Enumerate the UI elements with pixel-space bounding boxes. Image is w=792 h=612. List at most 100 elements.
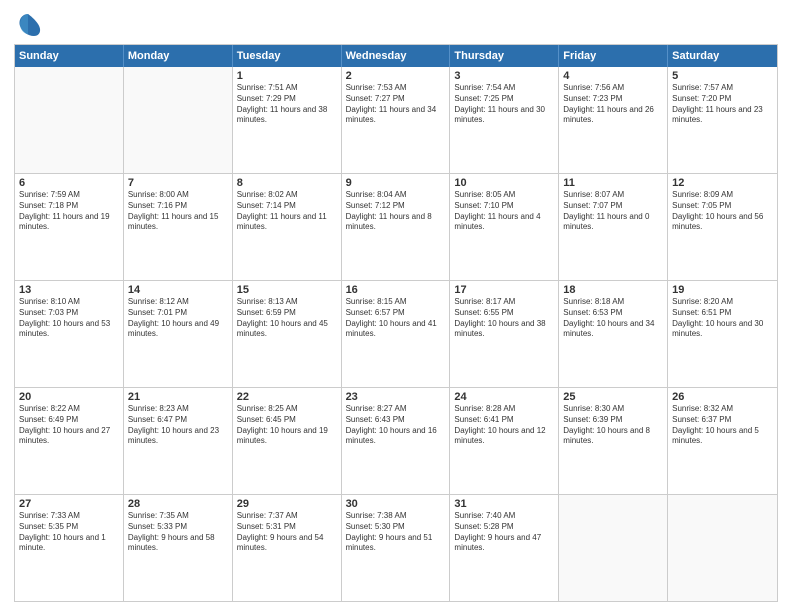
calendar-week-row: 27Sunrise: 7:33 AM Sunset: 5:35 PM Dayli… — [15, 495, 777, 601]
day-info: Sunrise: 8:17 AM Sunset: 6:55 PM Dayligh… — [454, 297, 554, 340]
calendar: SundayMondayTuesdayWednesdayThursdayFrid… — [14, 44, 778, 602]
day-number: 30 — [346, 498, 446, 510]
calendar-cell: 22Sunrise: 8:25 AM Sunset: 6:45 PM Dayli… — [233, 388, 342, 494]
day-info: Sunrise: 8:25 AM Sunset: 6:45 PM Dayligh… — [237, 404, 337, 447]
day-info: Sunrise: 8:28 AM Sunset: 6:41 PM Dayligh… — [454, 404, 554, 447]
day-info: Sunrise: 8:22 AM Sunset: 6:49 PM Dayligh… — [19, 404, 119, 447]
day-number: 21 — [128, 391, 228, 403]
day-info: Sunrise: 7:54 AM Sunset: 7:25 PM Dayligh… — [454, 83, 554, 126]
day-number: 25 — [563, 391, 663, 403]
day-number: 15 — [237, 284, 337, 296]
day-number: 19 — [672, 284, 773, 296]
page: SundayMondayTuesdayWednesdayThursdayFrid… — [0, 0, 792, 612]
calendar-cell: 17Sunrise: 8:17 AM Sunset: 6:55 PM Dayli… — [450, 281, 559, 387]
day-info: Sunrise: 8:12 AM Sunset: 7:01 PM Dayligh… — [128, 297, 228, 340]
day-info: Sunrise: 8:20 AM Sunset: 6:51 PM Dayligh… — [672, 297, 773, 340]
calendar-cell: 20Sunrise: 8:22 AM Sunset: 6:49 PM Dayli… — [15, 388, 124, 494]
day-info: Sunrise: 7:40 AM Sunset: 5:28 PM Dayligh… — [454, 511, 554, 554]
calendar-cell: 26Sunrise: 8:32 AM Sunset: 6:37 PM Dayli… — [668, 388, 777, 494]
day-info: Sunrise: 7:37 AM Sunset: 5:31 PM Dayligh… — [237, 511, 337, 554]
calendar-cell: 4Sunrise: 7:56 AM Sunset: 7:23 PM Daylig… — [559, 67, 668, 173]
calendar-cell — [559, 495, 668, 601]
day-number: 14 — [128, 284, 228, 296]
calendar-body: 1Sunrise: 7:51 AM Sunset: 7:29 PM Daylig… — [15, 67, 777, 601]
day-info: Sunrise: 8:18 AM Sunset: 6:53 PM Dayligh… — [563, 297, 663, 340]
calendar-header-cell: Monday — [124, 45, 233, 67]
day-number: 7 — [128, 177, 228, 189]
day-number: 11 — [563, 177, 663, 189]
header — [14, 10, 778, 38]
day-info: Sunrise: 7:51 AM Sunset: 7:29 PM Dayligh… — [237, 83, 337, 126]
calendar-cell: 25Sunrise: 8:30 AM Sunset: 6:39 PM Dayli… — [559, 388, 668, 494]
calendar-header-cell: Wednesday — [342, 45, 451, 67]
day-number: 8 — [237, 177, 337, 189]
day-info: Sunrise: 7:57 AM Sunset: 7:20 PM Dayligh… — [672, 83, 773, 126]
day-info: Sunrise: 8:15 AM Sunset: 6:57 PM Dayligh… — [346, 297, 446, 340]
day-number: 5 — [672, 70, 773, 82]
calendar-cell: 23Sunrise: 8:27 AM Sunset: 6:43 PM Dayli… — [342, 388, 451, 494]
day-number: 29 — [237, 498, 337, 510]
logo — [14, 10, 46, 38]
day-number: 9 — [346, 177, 446, 189]
day-number: 13 — [19, 284, 119, 296]
day-number: 16 — [346, 284, 446, 296]
logo-icon — [14, 10, 42, 38]
calendar-week-row: 20Sunrise: 8:22 AM Sunset: 6:49 PM Dayli… — [15, 388, 777, 495]
calendar-cell: 9Sunrise: 8:04 AM Sunset: 7:12 PM Daylig… — [342, 174, 451, 280]
calendar-cell: 7Sunrise: 8:00 AM Sunset: 7:16 PM Daylig… — [124, 174, 233, 280]
calendar-cell: 24Sunrise: 8:28 AM Sunset: 6:41 PM Dayli… — [450, 388, 559, 494]
day-info: Sunrise: 7:56 AM Sunset: 7:23 PM Dayligh… — [563, 83, 663, 126]
calendar-week-row: 13Sunrise: 8:10 AM Sunset: 7:03 PM Dayli… — [15, 281, 777, 388]
calendar-cell: 11Sunrise: 8:07 AM Sunset: 7:07 PM Dayli… — [559, 174, 668, 280]
day-info: Sunrise: 7:53 AM Sunset: 7:27 PM Dayligh… — [346, 83, 446, 126]
day-info: Sunrise: 8:04 AM Sunset: 7:12 PM Dayligh… — [346, 190, 446, 233]
calendar-cell: 29Sunrise: 7:37 AM Sunset: 5:31 PM Dayli… — [233, 495, 342, 601]
day-info: Sunrise: 8:32 AM Sunset: 6:37 PM Dayligh… — [672, 404, 773, 447]
calendar-cell — [15, 67, 124, 173]
day-number: 28 — [128, 498, 228, 510]
day-info: Sunrise: 8:09 AM Sunset: 7:05 PM Dayligh… — [672, 190, 773, 233]
day-info: Sunrise: 7:35 AM Sunset: 5:33 PM Dayligh… — [128, 511, 228, 554]
day-number: 17 — [454, 284, 554, 296]
day-info: Sunrise: 8:05 AM Sunset: 7:10 PM Dayligh… — [454, 190, 554, 233]
calendar-cell: 27Sunrise: 7:33 AM Sunset: 5:35 PM Dayli… — [15, 495, 124, 601]
calendar-cell: 31Sunrise: 7:40 AM Sunset: 5:28 PM Dayli… — [450, 495, 559, 601]
calendar-header-cell: Sunday — [15, 45, 124, 67]
day-number: 22 — [237, 391, 337, 403]
calendar-cell: 14Sunrise: 8:12 AM Sunset: 7:01 PM Dayli… — [124, 281, 233, 387]
day-info: Sunrise: 8:13 AM Sunset: 6:59 PM Dayligh… — [237, 297, 337, 340]
day-number: 1 — [237, 70, 337, 82]
day-info: Sunrise: 8:00 AM Sunset: 7:16 PM Dayligh… — [128, 190, 228, 233]
calendar-header-cell: Friday — [559, 45, 668, 67]
day-info: Sunrise: 7:59 AM Sunset: 7:18 PM Dayligh… — [19, 190, 119, 233]
calendar-cell: 19Sunrise: 8:20 AM Sunset: 6:51 PM Dayli… — [668, 281, 777, 387]
calendar-cell: 13Sunrise: 8:10 AM Sunset: 7:03 PM Dayli… — [15, 281, 124, 387]
calendar-header-row: SundayMondayTuesdayWednesdayThursdayFrid… — [15, 45, 777, 67]
calendar-cell: 5Sunrise: 7:57 AM Sunset: 7:20 PM Daylig… — [668, 67, 777, 173]
day-info: Sunrise: 8:10 AM Sunset: 7:03 PM Dayligh… — [19, 297, 119, 340]
day-info: Sunrise: 8:27 AM Sunset: 6:43 PM Dayligh… — [346, 404, 446, 447]
day-number: 3 — [454, 70, 554, 82]
calendar-cell: 3Sunrise: 7:54 AM Sunset: 7:25 PM Daylig… — [450, 67, 559, 173]
calendar-week-row: 1Sunrise: 7:51 AM Sunset: 7:29 PM Daylig… — [15, 67, 777, 174]
day-number: 27 — [19, 498, 119, 510]
calendar-week-row: 6Sunrise: 7:59 AM Sunset: 7:18 PM Daylig… — [15, 174, 777, 281]
calendar-cell — [124, 67, 233, 173]
day-number: 23 — [346, 391, 446, 403]
day-number: 26 — [672, 391, 773, 403]
calendar-cell: 18Sunrise: 8:18 AM Sunset: 6:53 PM Dayli… — [559, 281, 668, 387]
day-number: 4 — [563, 70, 663, 82]
day-number: 10 — [454, 177, 554, 189]
calendar-cell: 12Sunrise: 8:09 AM Sunset: 7:05 PM Dayli… — [668, 174, 777, 280]
day-info: Sunrise: 7:38 AM Sunset: 5:30 PM Dayligh… — [346, 511, 446, 554]
day-number: 6 — [19, 177, 119, 189]
day-number: 12 — [672, 177, 773, 189]
calendar-cell: 30Sunrise: 7:38 AM Sunset: 5:30 PM Dayli… — [342, 495, 451, 601]
day-number: 18 — [563, 284, 663, 296]
day-number: 20 — [19, 391, 119, 403]
calendar-cell: 28Sunrise: 7:35 AM Sunset: 5:33 PM Dayli… — [124, 495, 233, 601]
calendar-cell: 1Sunrise: 7:51 AM Sunset: 7:29 PM Daylig… — [233, 67, 342, 173]
day-number: 2 — [346, 70, 446, 82]
calendar-cell: 21Sunrise: 8:23 AM Sunset: 6:47 PM Dayli… — [124, 388, 233, 494]
calendar-cell: 2Sunrise: 7:53 AM Sunset: 7:27 PM Daylig… — [342, 67, 451, 173]
